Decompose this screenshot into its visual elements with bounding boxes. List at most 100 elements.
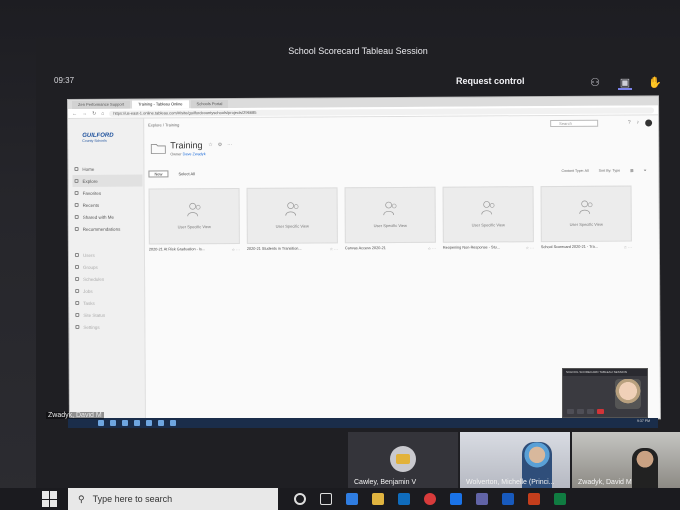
raise-hand-icon[interactable]: ✋ [648,76,662,90]
home-icon[interactable]: ⌂ [101,110,104,116]
card-thumbnail[interactable]: User Specific View [344,186,436,244]
view-controls: Content Type: All Sort By: Type ▦ ⏷ [561,168,646,173]
sidebar-item-settings[interactable]: Settings [73,321,143,333]
people-icon[interactable]: ⚇ [588,76,602,90]
card-actions-icon[interactable]: ☆ ··· [330,246,338,251]
workbook-card[interactable]: User Specific View Canvas Access 2020-21… [344,186,436,252]
share-screen-icon[interactable]: ▣ [618,76,632,90]
sidebar-item-site-status[interactable]: Site Status [73,309,143,321]
app-icon[interactable] [98,420,104,426]
card-title[interactable]: 2020-21 Students in Transition... [247,247,302,252]
sidebar-item-label: Users [82,252,95,258]
card-title[interactable]: 2020-21 At Risk Graduation - Is... [149,247,205,252]
back-icon[interactable]: ← [72,110,77,116]
project-actions: ☆ ⚙ ··· [208,142,232,148]
reload-icon[interactable]: ↻ [92,110,96,116]
card-title[interactable]: Canvas Access 2020-21 [345,246,386,251]
app-icon[interactable] [110,420,116,426]
mic-icon[interactable] [577,409,584,414]
chrome-icon[interactable] [424,493,436,505]
camera-icon[interactable] [567,409,574,414]
card-title[interactable]: School Scorecard 2020-21 - Tra... [541,245,598,250]
excel-icon[interactable] [554,493,566,505]
workbook-card[interactable]: User Specific View School Scorecard 2020… [540,185,632,251]
browser-tab-active[interactable]: Training - Tableau Online [132,100,189,109]
avatar[interactable] [645,119,653,127]
card-actions-icon[interactable]: ☆ ··· [428,246,436,251]
workbook-card[interactable]: User Specific View Reopening Non-Respons… [442,186,534,251]
sidebar-item-jobs[interactable]: Jobs [73,285,143,297]
task-view-icon[interactable] [320,493,332,505]
help-icon[interactable]: ? [628,120,631,127]
bell-icon[interactable]: ♪ [637,120,640,127]
sidebar-item-users[interactable]: Users [73,249,143,261]
participant-tile[interactable]: Cawley, Benjamin V [348,432,458,488]
card-title[interactable]: Reopening Non-Response - Stu... [443,245,500,250]
taskbar-search[interactable]: ⚲ Type here to search [68,488,278,510]
browser-tab[interactable]: Schools Portal [190,100,229,109]
hang-up-icon[interactable] [597,409,604,414]
card-thumbnail[interactable]: User Specific View [442,186,534,243]
app-icon[interactable] [146,420,152,426]
edge-icon[interactable] [346,493,358,505]
more-icon[interactable]: ··· [227,142,232,148]
cortana-icon[interactable] [294,493,306,505]
owner-link[interactable]: Dave Zwadyk [183,152,206,156]
app-icon[interactable] [158,420,164,426]
page-title: Training [170,140,203,151]
thumb-label: User Specific View [569,221,603,227]
meeting-toolbar: ⚇ ▣ ✋ [588,76,662,90]
favorite-star-icon[interactable]: ☆ [208,142,213,148]
new-button[interactable]: New [148,170,169,178]
sidebar-item-shared[interactable]: Shared with Me [73,211,143,223]
thumb-label: User Specific View [471,222,505,228]
sidebar-item-tasks[interactable]: Tasks [73,297,143,309]
app-icon[interactable] [170,420,176,426]
settings-icon[interactable]: ⚙ [218,142,223,148]
browser-tab[interactable]: Zen Performance Support [72,100,131,109]
content-type-filter[interactable]: Content Type: All [561,169,588,173]
card-actions-icon[interactable]: ☆ ··· [526,245,534,250]
sidebar-item-schedules[interactable]: Schedules [73,273,143,285]
powerpoint-icon[interactable] [528,493,540,505]
forward-icon[interactable]: → [82,110,87,116]
sidebar-item-label: Settings [83,324,100,330]
card-actions-icon[interactable]: ☆ ··· [624,245,632,250]
card-thumbnail[interactable]: User Specific View [246,187,338,244]
workbook-card[interactable]: User Specific View 2020-21 Students in T… [246,187,338,252]
sidebar-item-recommendations[interactable]: Recommendations [73,223,143,235]
sidebar-item-groups[interactable]: Groups [73,261,143,273]
nav-divider [73,235,143,249]
sort-dropdown[interactable]: Sort By: Type [599,169,621,173]
workbook-card[interactable]: User Specific View 2020-21 At Risk Gradu… [148,187,240,253]
search-input[interactable]: Search [550,119,599,128]
breadcrumb[interactable]: Explore / Training [148,122,179,127]
share-icon[interactable] [587,409,594,414]
share-icon [74,214,79,219]
card-thumbnail[interactable]: User Specific View [148,187,240,245]
select-all-button[interactable]: Select All [178,171,194,176]
app-icon[interactable] [122,420,128,426]
presenter-video-pip[interactable]: SCHOOL SCORECARD TABLEAU SESSION [562,368,648,418]
sidebar-item-favorites[interactable]: Favorites [73,187,143,199]
app-icon[interactable] [134,420,140,426]
url-field[interactable]: https://us-east-1.online.tableau.com/#/s… [109,106,655,117]
file-explorer-icon[interactable] [372,493,384,505]
windows-start-icon[interactable] [42,491,58,507]
sidebar-item-home[interactable]: Home [72,163,142,175]
sidebar-item-explore[interactable]: Explore [72,174,143,187]
store-icon[interactable] [398,493,410,505]
teams-icon[interactable] [476,493,488,505]
outlook-icon[interactable] [450,493,462,505]
participant-tile[interactable]: Wolverton, Michelle (Princi... [460,432,570,488]
participant-tile[interactable]: Zwadyk, David M [572,432,680,488]
pip-controls [567,409,604,414]
user-specific-view-icon [383,201,397,216]
request-control-button[interactable]: Request control [456,76,525,86]
card-actions-icon[interactable]: ☆ ··· [232,247,240,252]
word-icon[interactable] [502,493,514,505]
filter-icon[interactable]: ⏷ [644,168,647,172]
sidebar-item-recents[interactable]: Recents [73,199,143,211]
grid-view-icon[interactable]: ▦ [630,169,633,173]
card-thumbnail[interactable]: User Specific View [540,185,632,243]
